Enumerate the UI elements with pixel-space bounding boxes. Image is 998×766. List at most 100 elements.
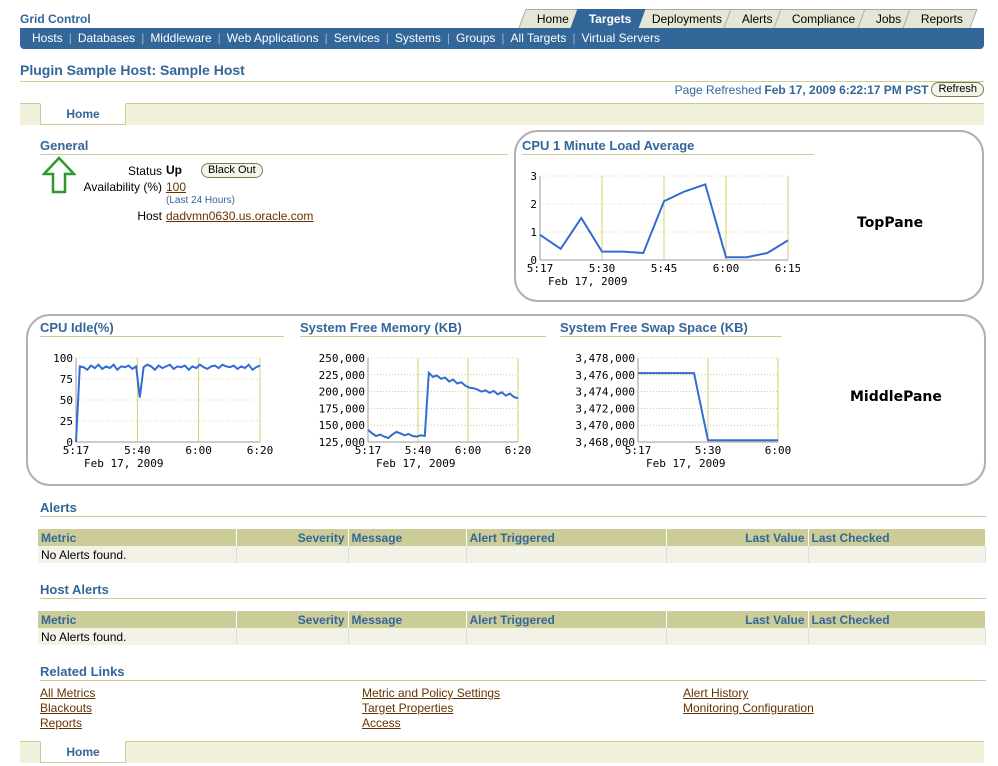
x-tick-label: 6:00	[185, 444, 212, 457]
y-tick-label: 150,000	[319, 419, 365, 432]
series-line	[75, 363, 261, 443]
col-severity: Severity	[236, 611, 349, 628]
y-tick-label: 3,472,000	[575, 402, 635, 415]
general-header: General	[40, 138, 508, 155]
y-tick-label: 75	[60, 373, 73, 386]
link-metric-policy-settings[interactable]: Metric and Policy Settings	[362, 686, 500, 700]
y-tick-label: 175,000	[319, 402, 365, 415]
col-alert-triggered: Alert Triggered	[466, 611, 667, 628]
host-alerts-header: Host Alerts	[40, 582, 986, 599]
y-tick-label: 3,476,000	[575, 369, 635, 382]
page-refreshed: Page Refreshed Feb 17, 2009 6:22:17 PM P…	[675, 82, 984, 97]
x-tick-label: 5:30	[695, 444, 722, 457]
col-alert-triggered: Alert Triggered	[466, 529, 667, 546]
free-swap-chart: 3,468,0003,470,0003,472,0003,474,0003,47…	[575, 352, 792, 470]
free-swap-header: System Free Swap Space (KB)	[560, 320, 782, 337]
empty-message: No Alerts found.	[38, 546, 237, 563]
host-alerts-table: Metric Severity Message Alert Triggered …	[38, 611, 986, 645]
x-sublabel: Feb 17, 2009	[84, 457, 163, 470]
series-line	[367, 370, 519, 440]
x-tick-label: 5:17	[527, 262, 554, 275]
col-last-value: Last Value	[666, 611, 809, 628]
tab-targets[interactable]: Targets	[570, 9, 646, 28]
x-tick-label: 6:15	[775, 262, 800, 275]
link-access[interactable]: Access	[362, 716, 401, 730]
col-last-value: Last Value	[666, 529, 809, 546]
y-tick-label: 225,000	[319, 369, 365, 382]
link-reports[interactable]: Reports	[40, 716, 82, 730]
x-tick-label: 5:30	[589, 262, 616, 275]
cpu-load-header: CPU 1 Minute Load Average	[522, 138, 814, 155]
subnav-middleware[interactable]: Middleware	[150, 31, 211, 45]
tab-compliance[interactable]: Compliance	[773, 9, 871, 28]
related-links-header: Related Links	[40, 664, 986, 681]
subtab-home[interactable]: Home	[40, 103, 126, 125]
x-tick-label: 5:17	[355, 444, 382, 457]
link-target-properties[interactable]: Target Properties	[362, 701, 453, 715]
top-pane-label: TopPane	[857, 215, 924, 231]
x-tick-label: 5:17	[625, 444, 652, 457]
x-tick-label: 5:17	[63, 444, 90, 457]
subnav-systems[interactable]: Systems	[395, 31, 441, 45]
col-last-checked: Last Checked	[808, 529, 986, 546]
table-row: No Alerts found.	[38, 546, 986, 563]
y-tick-label: 100	[53, 352, 73, 365]
x-sublabel: Feb 17, 2009	[376, 457, 455, 470]
subnav-all-targets[interactable]: All Targets	[511, 31, 567, 45]
x-tick-label: 6:00	[713, 262, 740, 275]
subnav-databases[interactable]: Databases	[78, 31, 135, 45]
free-memory-header: System Free Memory (KB)	[300, 320, 546, 337]
subtab-bar: Home	[20, 103, 984, 125]
col-metric: Metric	[38, 529, 237, 546]
x-sublabel: Feb 17, 2009	[548, 275, 627, 288]
x-tick-label: 5:40	[124, 444, 151, 457]
empty-message: No Alerts found.	[38, 628, 237, 645]
availability-label: Availability (%)	[83, 180, 162, 194]
link-all-metrics[interactable]: All Metrics	[40, 686, 95, 700]
link-blackouts[interactable]: Blackouts	[40, 701, 92, 715]
subnav-groups[interactable]: Groups	[456, 31, 495, 45]
middle-pane-label: MiddlePane	[850, 389, 942, 405]
subnav-hosts[interactable]: Hosts	[32, 31, 63, 45]
host-link[interactable]: dadvmn0630.us.oracle.com	[166, 209, 313, 223]
tab-reports[interactable]: Reports	[902, 9, 978, 28]
black-out-button[interactable]: Black Out	[201, 163, 263, 178]
col-last-checked: Last Checked	[808, 611, 986, 628]
alerts-header: Alerts	[40, 500, 986, 517]
y-tick-label: 2	[530, 198, 537, 211]
app-title: Grid Control	[20, 12, 91, 26]
main-tabs: Home Targets Deployments Alerts Complian…	[518, 9, 978, 28]
alerts-table: Metric Severity Message Alert Triggered …	[38, 529, 986, 563]
col-metric: Metric	[38, 611, 237, 628]
y-tick-label: 3	[530, 170, 537, 183]
x-tick-label: 6:00	[455, 444, 482, 457]
x-tick-label: 6:00	[765, 444, 792, 457]
cpu-load-chart: 01235:17 5:30 5:45 6:00 6:15Feb 17, 2009	[527, 170, 800, 288]
cpu-idle-header: CPU Idle(%)	[40, 320, 284, 337]
host-label: Host	[137, 209, 162, 223]
subnav-web-applications[interactable]: Web Applications	[227, 31, 319, 45]
link-monitoring-configuration[interactable]: Monitoring Configuration	[683, 701, 814, 715]
availability-note: (Last 24 Hours)	[166, 195, 235, 206]
y-tick-label: 25	[60, 415, 73, 428]
availability-value-link[interactable]: 100	[166, 180, 186, 194]
status-value: Up	[166, 163, 182, 177]
subnav-services[interactable]: Services	[334, 31, 380, 45]
y-tick-label: 250,000	[319, 352, 365, 365]
x-tick-label: 6:20	[505, 444, 532, 457]
bottom-subtab-home[interactable]: Home	[40, 741, 126, 763]
page-title: Plugin Sample Host: Sample Host	[20, 62, 245, 78]
col-message: Message	[348, 529, 467, 546]
y-tick-label: 50	[60, 394, 73, 407]
subnav-virtual-servers[interactable]: Virtual Servers	[581, 31, 659, 45]
x-sublabel: Feb 17, 2009	[646, 457, 725, 470]
tab-deployments[interactable]: Deployments	[633, 9, 737, 28]
link-alert-history[interactable]: Alert History	[683, 686, 748, 700]
cpu-idle-chart: 02550751005:17 5:40 6:00 6:20Feb 17, 2009	[53, 352, 273, 470]
refresh-prefix: Page Refreshed	[674, 82, 762, 97]
x-tick-label: 5:45	[651, 262, 678, 275]
refresh-button[interactable]: Refresh	[931, 82, 984, 97]
x-tick-label: 5:40	[405, 444, 432, 457]
status-label: Status	[127, 164, 162, 178]
col-message: Message	[348, 611, 467, 628]
